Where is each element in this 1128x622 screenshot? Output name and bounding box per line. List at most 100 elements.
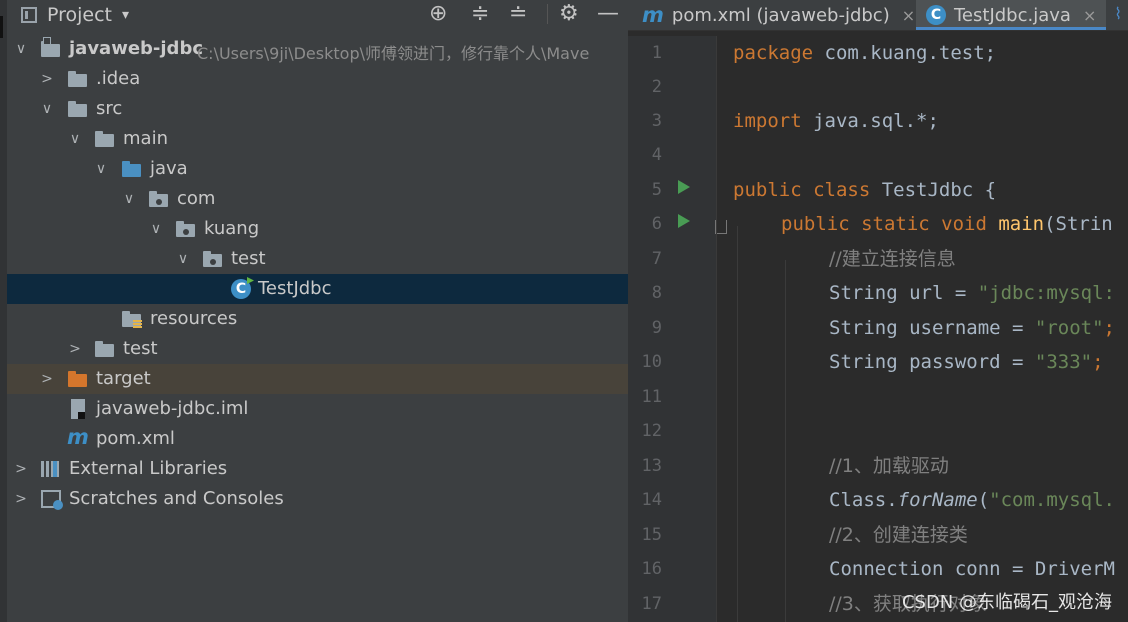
expand-arrow-icon[interactable]: > bbox=[39, 364, 55, 394]
string-literal: "com.mysql. bbox=[989, 489, 1116, 511]
active-tab-indicator bbox=[916, 27, 1107, 30]
code-text: (Strin bbox=[1044, 213, 1113, 235]
tree-item-label: Scratches and Consoles bbox=[69, 488, 284, 509]
code-text: String username = bbox=[829, 317, 1035, 339]
tree-item-iml[interactable]: javaweb-jdbc.iml bbox=[7, 394, 628, 424]
line-number: 17 bbox=[641, 594, 662, 614]
tree-item-idea[interactable]: > .idea bbox=[7, 64, 628, 94]
tab-overflow-icon[interactable]: ⌇ bbox=[1114, 4, 1122, 23]
code-text: String url = bbox=[829, 282, 978, 304]
expand-arrow-icon[interactable]: ∨ bbox=[67, 124, 83, 154]
expand-arrow-icon[interactable]: ∨ bbox=[93, 154, 109, 184]
source-folder-icon bbox=[122, 161, 142, 177]
tree-item-label: com bbox=[177, 188, 216, 209]
indent-guide bbox=[785, 260, 786, 622]
tab-label: pom.xml (javaweb-jdbc) bbox=[671, 4, 890, 26]
tree-item-label: java bbox=[150, 158, 188, 179]
tree-item-external-libraries[interactable]: > External Libraries bbox=[7, 454, 628, 484]
scratches-icon bbox=[41, 490, 63, 510]
expand-arrow-icon[interactable]: ∨ bbox=[175, 244, 191, 274]
line-number: 7 bbox=[651, 249, 662, 269]
tree-item-java[interactable]: ∨ java bbox=[7, 154, 628, 184]
expand-arrow-icon[interactable]: > bbox=[13, 484, 29, 514]
folder-icon bbox=[68, 71, 88, 87]
header-divider bbox=[547, 4, 548, 24]
comment: //2、创建连接类 bbox=[829, 524, 968, 546]
line-number: 1 bbox=[651, 43, 662, 63]
code-line-3: import java.sql.*; bbox=[733, 104, 939, 138]
tab-pom-xml[interactable]: m pom.xml (javaweb-jdbc) × bbox=[642, 0, 915, 30]
semicolon: ; bbox=[1103, 317, 1115, 339]
code-area[interactable]: package com.kuang.test; import java.sql.… bbox=[717, 36, 1128, 622]
folder-icon bbox=[68, 101, 88, 117]
tree-item-test-folder[interactable]: > test bbox=[7, 334, 628, 364]
expand-arrow-icon[interactable]: > bbox=[39, 64, 55, 94]
line-number: 9 bbox=[651, 318, 662, 338]
watermark: CSDN @东临碣石_观沧海 bbox=[901, 592, 1112, 613]
tree-item-javaweb-jdbc[interactable]: ∨ javaweb-jdbc C:\Users\9ji\Desktop\师傅领进… bbox=[7, 34, 628, 64]
tree-item-testjdbc[interactable]: C TestJdbc bbox=[7, 274, 628, 304]
close-icon[interactable]: × bbox=[902, 6, 915, 25]
method-name: main bbox=[986, 213, 1045, 235]
project-title: Project bbox=[47, 4, 113, 26]
code-text: Connection conn = DriverM bbox=[829, 558, 1115, 580]
code-line-16: Connection conn = DriverM bbox=[829, 552, 1115, 586]
gear-icon[interactable]: ⚙ bbox=[559, 2, 579, 26]
keyword: package bbox=[733, 42, 814, 64]
tree-item-com[interactable]: ∨ com bbox=[7, 184, 628, 214]
tree-item-label: .idea bbox=[96, 68, 141, 89]
expand-all-icon[interactable]: ≑ bbox=[471, 2, 489, 26]
tree-item-kuang[interactable]: ∨ kuang bbox=[7, 214, 628, 244]
close-icon[interactable]: × bbox=[1083, 6, 1096, 25]
line-number: 6 bbox=[651, 214, 662, 234]
tab-label: TestJdbc.java bbox=[954, 4, 1071, 26]
project-view-selector[interactable]: Project ▾ bbox=[21, 4, 129, 26]
tree-item-pom[interactable]: m pom.xml bbox=[7, 424, 628, 454]
locate-icon[interactable]: ⊕ bbox=[429, 2, 447, 26]
code-text: java.sql.*; bbox=[801, 110, 939, 132]
tab-testjdbc-java[interactable]: C TestJdbc.java × bbox=[916, 0, 1107, 30]
expand-arrow-icon[interactable]: ∨ bbox=[13, 34, 29, 64]
tree-item-main[interactable]: ∨ main bbox=[7, 124, 628, 154]
hide-panel-icon[interactable]: — bbox=[597, 2, 619, 26]
tree-item-target[interactable]: > target bbox=[7, 364, 628, 394]
line-number: 13 bbox=[641, 456, 662, 476]
tree-item-label: javaweb-jdbc.iml bbox=[96, 398, 249, 419]
line-number: 8 bbox=[651, 283, 662, 303]
line-number: 12 bbox=[641, 421, 662, 441]
expand-arrow-icon[interactable]: ∨ bbox=[39, 94, 55, 124]
expand-arrow-icon[interactable]: > bbox=[67, 334, 83, 364]
collapse-all-icon[interactable]: ≐ bbox=[509, 2, 527, 26]
comment: //建立连接信息 bbox=[829, 248, 956, 270]
comment: //1、加载驱动 bbox=[829, 455, 949, 477]
keyword: public static void bbox=[781, 213, 987, 235]
tree-item-label: test bbox=[231, 248, 266, 269]
tree-item-test-package[interactable]: ∨ test bbox=[7, 244, 628, 274]
code-editor: m pom.xml (javaweb-jdbc) × C TestJdbc.ja… bbox=[628, 0, 1128, 622]
left-tool-strip bbox=[0, 0, 7, 622]
line-number-gutter: 1 2 3 4 5 6 7 8 9 10 11 12 13 14 15 16 1… bbox=[628, 36, 727, 622]
line-number: 5 bbox=[651, 180, 662, 200]
tree-item-label: src bbox=[96, 98, 123, 119]
code-text: String password = bbox=[829, 351, 1035, 373]
tree-item-scratches[interactable]: > Scratches and Consoles bbox=[7, 484, 628, 514]
java-class-icon: C bbox=[926, 5, 946, 25]
project-panel-icon bbox=[21, 7, 37, 23]
run-main-icon[interactable] bbox=[678, 214, 690, 228]
line-number: 16 bbox=[641, 559, 662, 579]
code-line-13: //1、加载驱动 bbox=[829, 449, 949, 483]
run-class-icon[interactable] bbox=[678, 180, 690, 194]
project-tree: ∨ javaweb-jdbc C:\Users\9ji\Desktop\师傅领进… bbox=[7, 34, 628, 514]
tree-item-resources[interactable]: resources bbox=[7, 304, 628, 334]
chevron-down-icon[interactable]: ▾ bbox=[122, 7, 129, 23]
tree-item-src[interactable]: ∨ src bbox=[7, 94, 628, 124]
expand-arrow-icon[interactable]: ∨ bbox=[148, 214, 164, 244]
expand-arrow-icon[interactable]: > bbox=[13, 454, 29, 484]
expand-arrow-icon[interactable]: ∨ bbox=[121, 184, 137, 214]
line-number: 10 bbox=[641, 352, 662, 372]
tree-item-label: javaweb-jdbc bbox=[69, 38, 203, 59]
semicolon: ; bbox=[1092, 351, 1104, 373]
tree-item-label: External Libraries bbox=[69, 458, 228, 479]
code-line-15: //2、创建连接类 bbox=[829, 518, 968, 552]
module-path: C:\Users\9ji\Desktop\师傅领进门，修行靠个人\Mave bbox=[197, 44, 590, 63]
